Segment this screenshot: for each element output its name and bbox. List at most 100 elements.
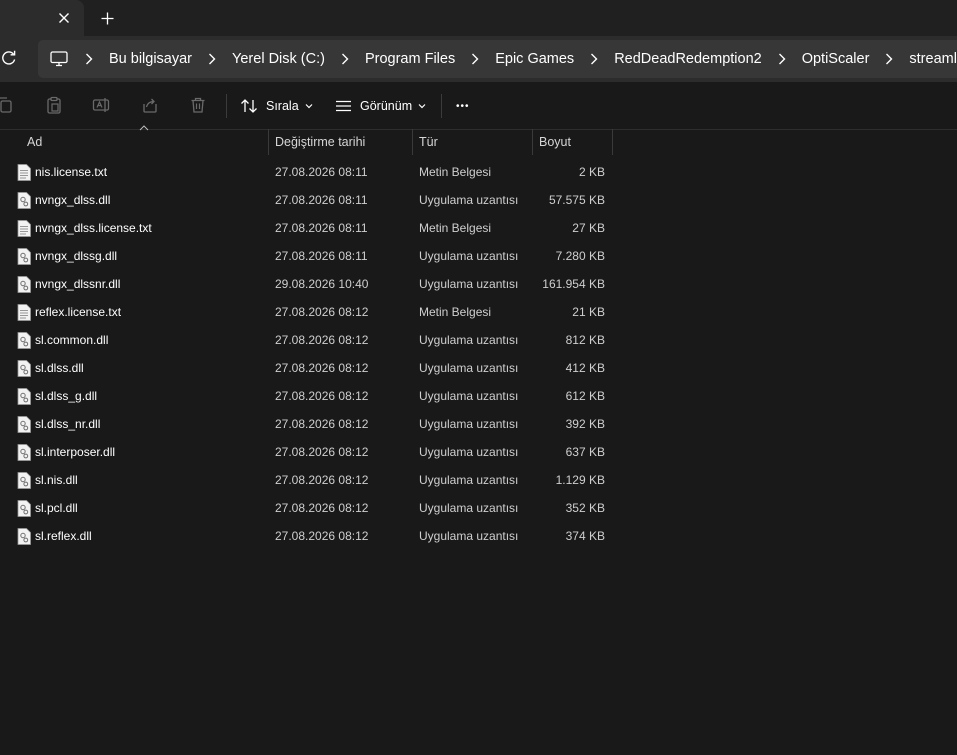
file-date: 27.08.2026 08:11: [275, 193, 368, 207]
file-date: 27.08.2026 08:12: [275, 501, 369, 515]
file-type: Uygulama uzantısı: [419, 249, 519, 263]
active-tab[interactable]: [0, 0, 84, 36]
file-row[interactable]: nvngx_dlss.dll 27.08.2026 08:11 Uygulama u…: [0, 186, 957, 214]
file-row[interactable]: sl.common.dll 27.08.2026 08:12 Uygulama uz…: [0, 326, 957, 354]
file-name: nvngx_dlssnr.dll: [35, 277, 121, 291]
chevron-right-icon[interactable]: [205, 52, 219, 66]
column-header-date[interactable]: Değiştirme tarihi: [275, 129, 410, 155]
copy-icon[interactable]: [0, 96, 14, 114]
chevron-down-icon: [418, 104, 426, 109]
file-row[interactable]: nvngx_dlss.license.txt 27.08.2026 08:11 Me…: [0, 214, 957, 242]
view-button[interactable]: Görünüm: [335, 92, 426, 120]
dll-file-icon: [17, 332, 31, 349]
dll-file-icon: [17, 388, 31, 405]
file-list: nis.license.txt 27.08.2026 08:11 Metin Bel…: [0, 158, 957, 550]
file-row[interactable]: reflex.license.txt 27.08.2026 08:12 Metin …: [0, 298, 957, 326]
breadcrumb-program-files[interactable]: Program Files: [365, 51, 455, 67]
text-file-icon: [17, 220, 31, 237]
file-row[interactable]: sl.nis.dll 27.08.2026 08:12 Uygulama uzant…: [0, 466, 957, 494]
file-row[interactable]: sl.dlss_g.dll 27.08.2026 08:12 Uygulama uz…: [0, 382, 957, 410]
breadcrumb: Bu bilgisayar Yerel Disk (C:) Program Fi…: [50, 40, 957, 78]
new-tab-button[interactable]: [97, 8, 117, 28]
file-size: 1.129 KB: [555, 473, 605, 487]
file-date: 27.08.2026 08:11: [275, 165, 368, 179]
file-name: reflex.license.txt: [35, 305, 122, 319]
file-row[interactable]: sl.dlss.dll 27.08.2026 08:12 Uygulama uzan…: [0, 354, 957, 382]
chevron-right-icon[interactable]: [882, 52, 896, 66]
navigation-bar: Bu bilgisayar Yerel Disk (C:) Program Fi…: [0, 36, 957, 82]
file-size: 27 KB: [572, 221, 605, 235]
breadcrumb-local-disk[interactable]: Yerel Disk (C:): [232, 51, 325, 67]
file-name: sl.common.dll: [35, 333, 109, 347]
computer-icon[interactable]: [50, 51, 68, 67]
chevron-right-icon[interactable]: [82, 52, 96, 66]
sort-button[interactable]: Sırala: [240, 92, 313, 120]
file-date: 27.08.2026 08:12: [275, 305, 369, 319]
file-row[interactable]: nvngx_dlssg.dll 27.08.2026 08:11 Uygulama …: [0, 242, 957, 270]
dll-file-icon: [17, 248, 31, 265]
file-size: 21 KB: [572, 305, 605, 319]
file-type: Uygulama uzantısı: [419, 193, 519, 207]
file-name: sl.reflex.dll: [35, 529, 92, 543]
dll-file-icon: [17, 360, 31, 377]
file-name: sl.dlss_g.dll: [35, 389, 98, 403]
column-divider[interactable]: [412, 129, 413, 155]
file-name: sl.pcl.dll: [35, 501, 78, 515]
file-row[interactable]: sl.reflex.dll 27.08.2026 08:12 Uygulama uz…: [0, 522, 957, 550]
share-icon[interactable]: [141, 96, 159, 114]
dll-file-icon: [17, 416, 31, 433]
delete-icon[interactable]: [189, 96, 207, 114]
breadcrumb-optiscaler[interactable]: OptiScaler: [802, 51, 870, 67]
chevron-right-icon[interactable]: [775, 52, 789, 66]
paste-icon[interactable]: [45, 96, 63, 114]
breadcrumb-rdr2[interactable]: RedDeadRedemption2: [614, 51, 762, 67]
file-type: Uygulama uzantısı: [419, 333, 519, 347]
file-type: Metin Belgesi: [419, 221, 492, 235]
column-divider[interactable]: [612, 129, 613, 155]
toolbar-divider: [226, 94, 227, 118]
breadcrumb-streamline[interactable]: streamline: [909, 51, 957, 67]
file-size: 57.575 KB: [548, 193, 605, 207]
sort-icon: [241, 99, 257, 113]
file-type: Uygulama uzantısı: [419, 417, 519, 431]
chevron-right-icon[interactable]: [587, 52, 601, 66]
file-type: Uygulama uzantısı: [419, 277, 519, 291]
dll-file-icon: [17, 276, 31, 293]
breadcrumb-epic-games[interactable]: Epic Games: [495, 51, 574, 67]
column-header-size[interactable]: Boyut: [539, 129, 609, 155]
chevron-right-icon[interactable]: [338, 52, 352, 66]
address-bar[interactable]: Bu bilgisayar Yerel Disk (C:) Program Fi…: [38, 40, 957, 78]
column-header-type[interactable]: Tür: [419, 129, 529, 155]
close-icon: [59, 13, 69, 23]
file-size: 352 KB: [565, 501, 605, 515]
dll-file-icon: [17, 528, 31, 545]
file-size: 2 KB: [578, 165, 605, 179]
dll-file-icon: [17, 192, 31, 209]
file-row[interactable]: sl.pcl.dll 27.08.2026 08:12 Uygulama uzant…: [0, 494, 957, 522]
file-type: Uygulama uzantısı: [419, 445, 519, 459]
file-size: 374 KB: [565, 529, 605, 543]
chevron-right-icon[interactable]: [468, 52, 482, 66]
file-type: Uygulama uzantısı: [419, 473, 519, 487]
rename-icon[interactable]: [92, 96, 110, 114]
view-list-icon: [336, 100, 351, 112]
file-type: Uygulama uzantısı: [419, 389, 519, 403]
file-row[interactable]: sl.interposer.dll 27.08.2026 08:12 Uygulam…: [0, 438, 957, 466]
refresh-icon[interactable]: [0, 49, 18, 67]
file-size: 412 KB: [565, 361, 605, 375]
column-header-name[interactable]: Ad: [27, 129, 267, 155]
file-date: 27.08.2026 08:11: [275, 249, 368, 263]
column-divider[interactable]: [532, 129, 533, 155]
file-date: 27.08.2026 08:12: [275, 389, 369, 403]
file-type: Uygulama uzantısı: [419, 361, 519, 375]
view-label: Görünüm: [360, 99, 413, 113]
file-row[interactable]: sl.dlss_nr.dll 27.08.2026 08:12 Uygulama u…: [0, 410, 957, 438]
file-name: nis.license.txt: [35, 165, 108, 179]
breadcrumb-this-pc[interactable]: Bu bilgisayar: [109, 51, 192, 67]
file-type: Uygulama uzantısı: [419, 529, 519, 543]
file-row[interactable]: nis.license.txt 27.08.2026 08:11 Metin Bel…: [0, 158, 957, 186]
file-row[interactable]: nvngx_dlssnr.dll 29.08.2026 10:40 Uygulama…: [0, 270, 957, 298]
more-options-button[interactable]: •••: [456, 92, 470, 120]
close-tab-button[interactable]: [54, 8, 74, 28]
column-divider[interactable]: [268, 129, 269, 155]
